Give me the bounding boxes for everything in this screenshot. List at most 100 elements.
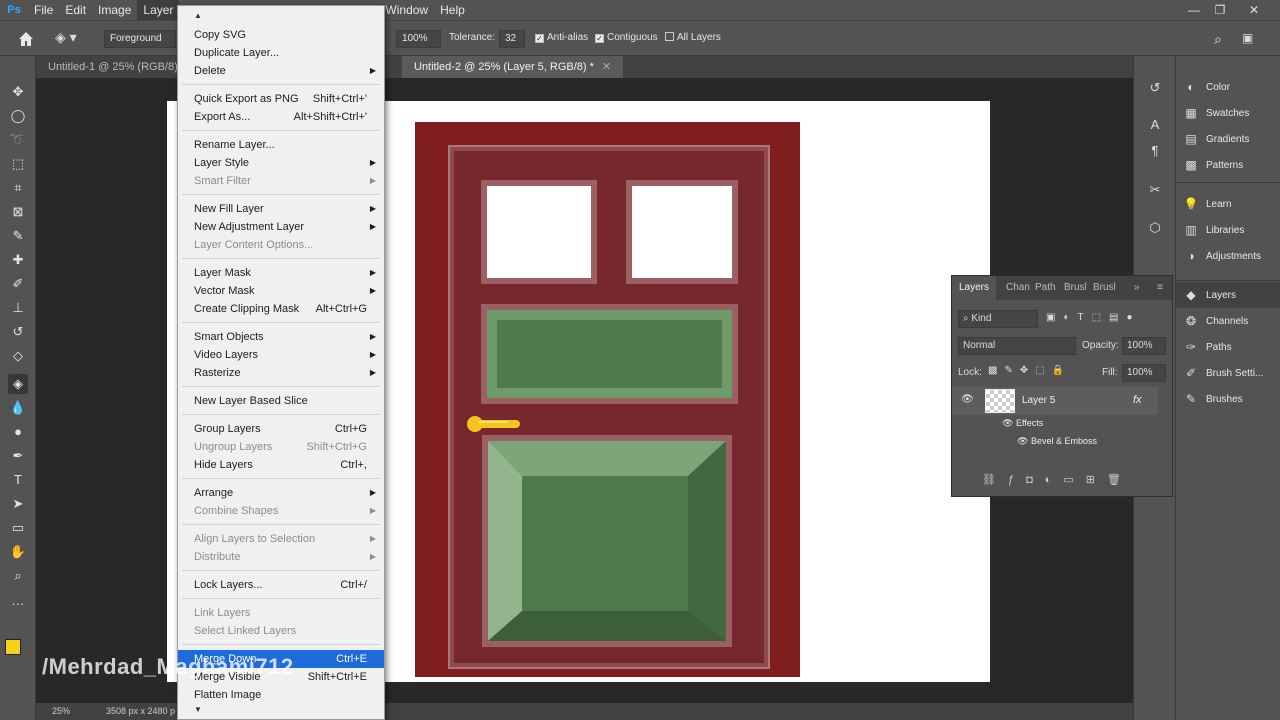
paint-bucket-tool-icon[interactable]: ◈ [8, 374, 28, 394]
menu-item-new-fill-layer[interactable]: New Fill Layer ▶ [178, 200, 384, 218]
eyedropper-tool-icon[interactable]: ✎ [8, 226, 28, 246]
tolerance-field[interactable]: 32 [499, 30, 525, 48]
menu-edit[interactable]: Edit [59, 0, 92, 20]
dodge-tool-icon[interactable]: ● [8, 422, 28, 442]
layer-opacity-field[interactable]: 100% [1122, 337, 1166, 355]
menu-item-distribute[interactable]: Distribute ▶ [178, 548, 384, 566]
paint-bucket-preset-icon[interactable]: ◈ ▾ [55, 29, 85, 49]
panel-color[interactable]: ◐ Color [1176, 74, 1280, 100]
tab-channels[interactable]: Chan [1006, 276, 1030, 300]
menu-item-link-layers[interactable]: Link Layers [178, 604, 384, 622]
healing-brush-icon[interactable]: ✚ [8, 250, 28, 270]
menu-item-group-layers[interactable]: Group Layers Ctrl+G [178, 420, 384, 438]
panel-patterns[interactable]: ▩ Patterns [1176, 152, 1280, 178]
menu-image[interactable]: Image [92, 0, 137, 20]
menu-item-flatten-image[interactable]: Flatten Image [178, 686, 384, 704]
search-icon[interactable]: ⌕ [1214, 31, 1222, 48]
minimize-icon[interactable]: — [1180, 0, 1208, 20]
menu-item-copy-svg[interactable]: Copy SVG [178, 26, 384, 44]
menu-layer[interactable]: Layer [137, 0, 180, 20]
layer-row[interactable]: 👁 Layer 5 fx [952, 387, 1158, 415]
marquee-tool-icon[interactable]: ◯ [8, 106, 28, 126]
lock-icons[interactable]: ▩✎✥⬚🔒 [988, 365, 1071, 376]
opacity-field[interactable]: 100% [396, 30, 441, 48]
quick-select-tool-icon[interactable]: ⬚ [8, 154, 28, 174]
foreground-color-swatch[interactable] [5, 639, 21, 655]
shape-tool-icon[interactable]: ▭ [8, 518, 28, 538]
layer-name[interactable]: Layer 5 [1022, 395, 1055, 406]
panel-brushes[interactable]: ✎ Brushes [1176, 386, 1280, 412]
scroll-down-arrow-icon[interactable]: ▼ [194, 705, 202, 714]
tab-untitled-1[interactable]: Untitled-1 @ 25% (RGB/8) [36, 56, 190, 78]
panel-layers[interactable]: ◆ Layers [1176, 282, 1280, 308]
history-icon[interactable]: ↺ [1146, 79, 1164, 97]
expand-icon[interactable]: » [1134, 276, 1140, 300]
scroll-up-arrow-icon[interactable]: ▲ [194, 11, 202, 20]
character-icon[interactable]: A [1146, 116, 1164, 134]
3d-icon[interactable]: ⬡ [1146, 219, 1164, 237]
tab-brushes[interactable]: Brusl [1093, 276, 1116, 300]
menu-help[interactable]: Help [434, 0, 471, 20]
frame-tool-icon[interactable]: ⊠ [8, 202, 28, 222]
zoom-tool-icon[interactable]: ⌕ [8, 566, 28, 586]
menu-item-quick-export-as-png[interactable]: Quick Export as PNG Shift+Ctrl+' [178, 90, 384, 108]
contiguous-checkbox[interactable]: ✓ Contiguous [595, 32, 658, 43]
menu-item-ungroup-layers[interactable]: Ungroup Layers Shift+Ctrl+G [178, 438, 384, 456]
lasso-tool-icon[interactable]: ➰ [8, 130, 28, 150]
menu-item-arrange[interactable]: Arrange ▶ [178, 484, 384, 502]
panel-gradients[interactable]: ▤ Gradients [1176, 126, 1280, 152]
crop-tool-icon[interactable]: ⌗ [8, 178, 28, 198]
menu-item-lock-layers[interactable]: Lock Layers... Ctrl+/ [178, 576, 384, 594]
panel-channels[interactable]: ❂ Channels [1176, 308, 1280, 334]
tab-close-icon[interactable]: ✕ [602, 61, 611, 73]
menu-item-smart-filter[interactable]: Smart Filter ▶ [178, 172, 384, 190]
menu-item-create-clipping-mask[interactable]: Create Clipping Mask Alt+Ctrl+G [178, 300, 384, 318]
move-tool-icon[interactable]: ✥ [8, 82, 28, 102]
panel-learn[interactable]: 💡 Learn [1176, 191, 1280, 217]
layer-filter-select[interactable]: ⌕ Kind [958, 310, 1038, 328]
anti-alias-checkbox[interactable]: ✓ Anti-alias [535, 32, 588, 43]
paragraph-icon[interactable]: ¶ [1146, 142, 1164, 160]
menu-item-rename-layer[interactable]: Rename Layer... [178, 136, 384, 154]
menu-file[interactable]: File [28, 0, 59, 20]
panel-libraries[interactable]: ▥ Libraries [1176, 217, 1280, 243]
eraser-tool-icon[interactable]: ◇ [8, 346, 28, 366]
menu-item-new-layer-based-slice[interactable]: New Layer Based Slice [178, 392, 384, 410]
tab-layers[interactable]: Layers [952, 276, 996, 300]
menu-item-select-linked-layers[interactable]: Select Linked Layers [178, 622, 384, 640]
panel-adjustments[interactable]: ◑ Adjustments [1176, 243, 1280, 269]
blur-tool-icon[interactable]: 💧 [8, 398, 28, 418]
tab-brush-settings[interactable]: Brusl [1064, 276, 1087, 300]
all-layers-checkbox[interactable]: All Layers [665, 32, 721, 43]
workspace-icon[interactable]: ▣ [1242, 31, 1253, 45]
menu-item-layer-content-options[interactable]: Layer Content Options... [178, 236, 384, 254]
blend-mode-select[interactable]: Normal [958, 337, 1076, 355]
panel-paths[interactable]: ✑ Paths [1176, 334, 1280, 360]
close-icon[interactable]: ✕ [1240, 0, 1268, 20]
menu-item-smart-objects[interactable]: Smart Objects ▶ [178, 328, 384, 346]
menu-window[interactable]: Window [379, 0, 434, 20]
menu-item-layer-mask[interactable]: Layer Mask ▶ [178, 264, 384, 282]
menu-item-export-as[interactable]: Export As... Alt+Shift+Ctrl+' [178, 108, 384, 126]
fill-field[interactable]: 100% [1122, 364, 1166, 382]
path-select-icon[interactable]: ➤ [8, 494, 28, 514]
pen-tool-icon[interactable]: ✒ [8, 446, 28, 466]
visibility-eye-icon[interactable]: 👁 [961, 394, 974, 405]
menu-item-video-layers[interactable]: Video Layers ▶ [178, 346, 384, 364]
tab-paths[interactable]: Path [1035, 276, 1056, 300]
photoshop-logo-icon[interactable]: Ps [0, 0, 28, 20]
history-brush-icon[interactable]: ↺ [8, 322, 28, 342]
menu-item-vector-mask[interactable]: Vector Mask ▶ [178, 282, 384, 300]
stamp-tool-icon[interactable]: ⊥ [8, 298, 28, 318]
fx-icon[interactable]: fx [1133, 394, 1142, 406]
menu-item-layer-style[interactable]: Layer Style ▶ [178, 154, 384, 172]
tool-presets-icon[interactable]: ✂ [1146, 181, 1164, 199]
type-tool-icon[interactable]: T [8, 470, 28, 490]
zoom-level[interactable]: 25% [52, 706, 70, 716]
effects-row[interactable]: 👁 Effects [1002, 418, 1043, 429]
panel-brush-settings[interactable]: ✐ Brush Setti... [1176, 360, 1280, 386]
panel-swatches[interactable]: ▦ Swatches [1176, 100, 1280, 126]
hand-tool-icon[interactable]: ✋ [8, 542, 28, 562]
filter-icons[interactable]: ▣◐T⬚▤● [1046, 312, 1141, 323]
tab-untitled-2[interactable]: Untitled-2 @ 25% (Layer 5, RGB/8) * ✕ [402, 56, 624, 78]
